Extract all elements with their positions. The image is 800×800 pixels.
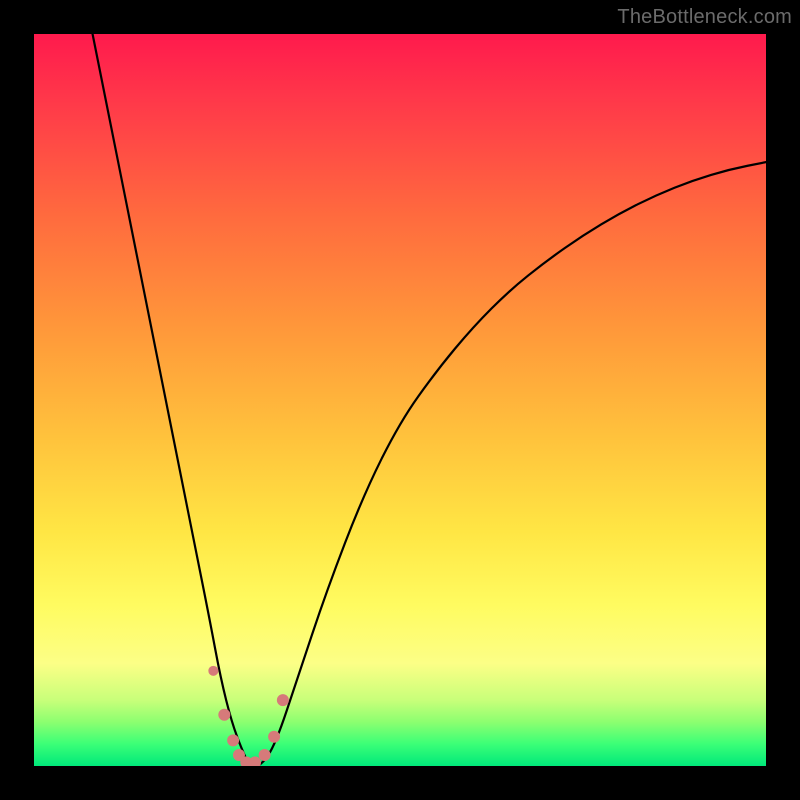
watermark-text: TheBottleneck.com	[617, 6, 792, 29]
chart-frame: TheBottleneck.com	[0, 0, 800, 800]
marker-point	[268, 731, 280, 743]
marker-point	[259, 749, 271, 761]
plot-area	[34, 34, 766, 766]
marker-point	[218, 709, 230, 721]
chart-svg	[34, 34, 766, 766]
marker-point	[277, 694, 289, 706]
marker-point	[227, 734, 239, 746]
marker-point	[208, 666, 218, 676]
bottleneck-curve	[93, 34, 766, 766]
marker-group	[208, 666, 289, 766]
